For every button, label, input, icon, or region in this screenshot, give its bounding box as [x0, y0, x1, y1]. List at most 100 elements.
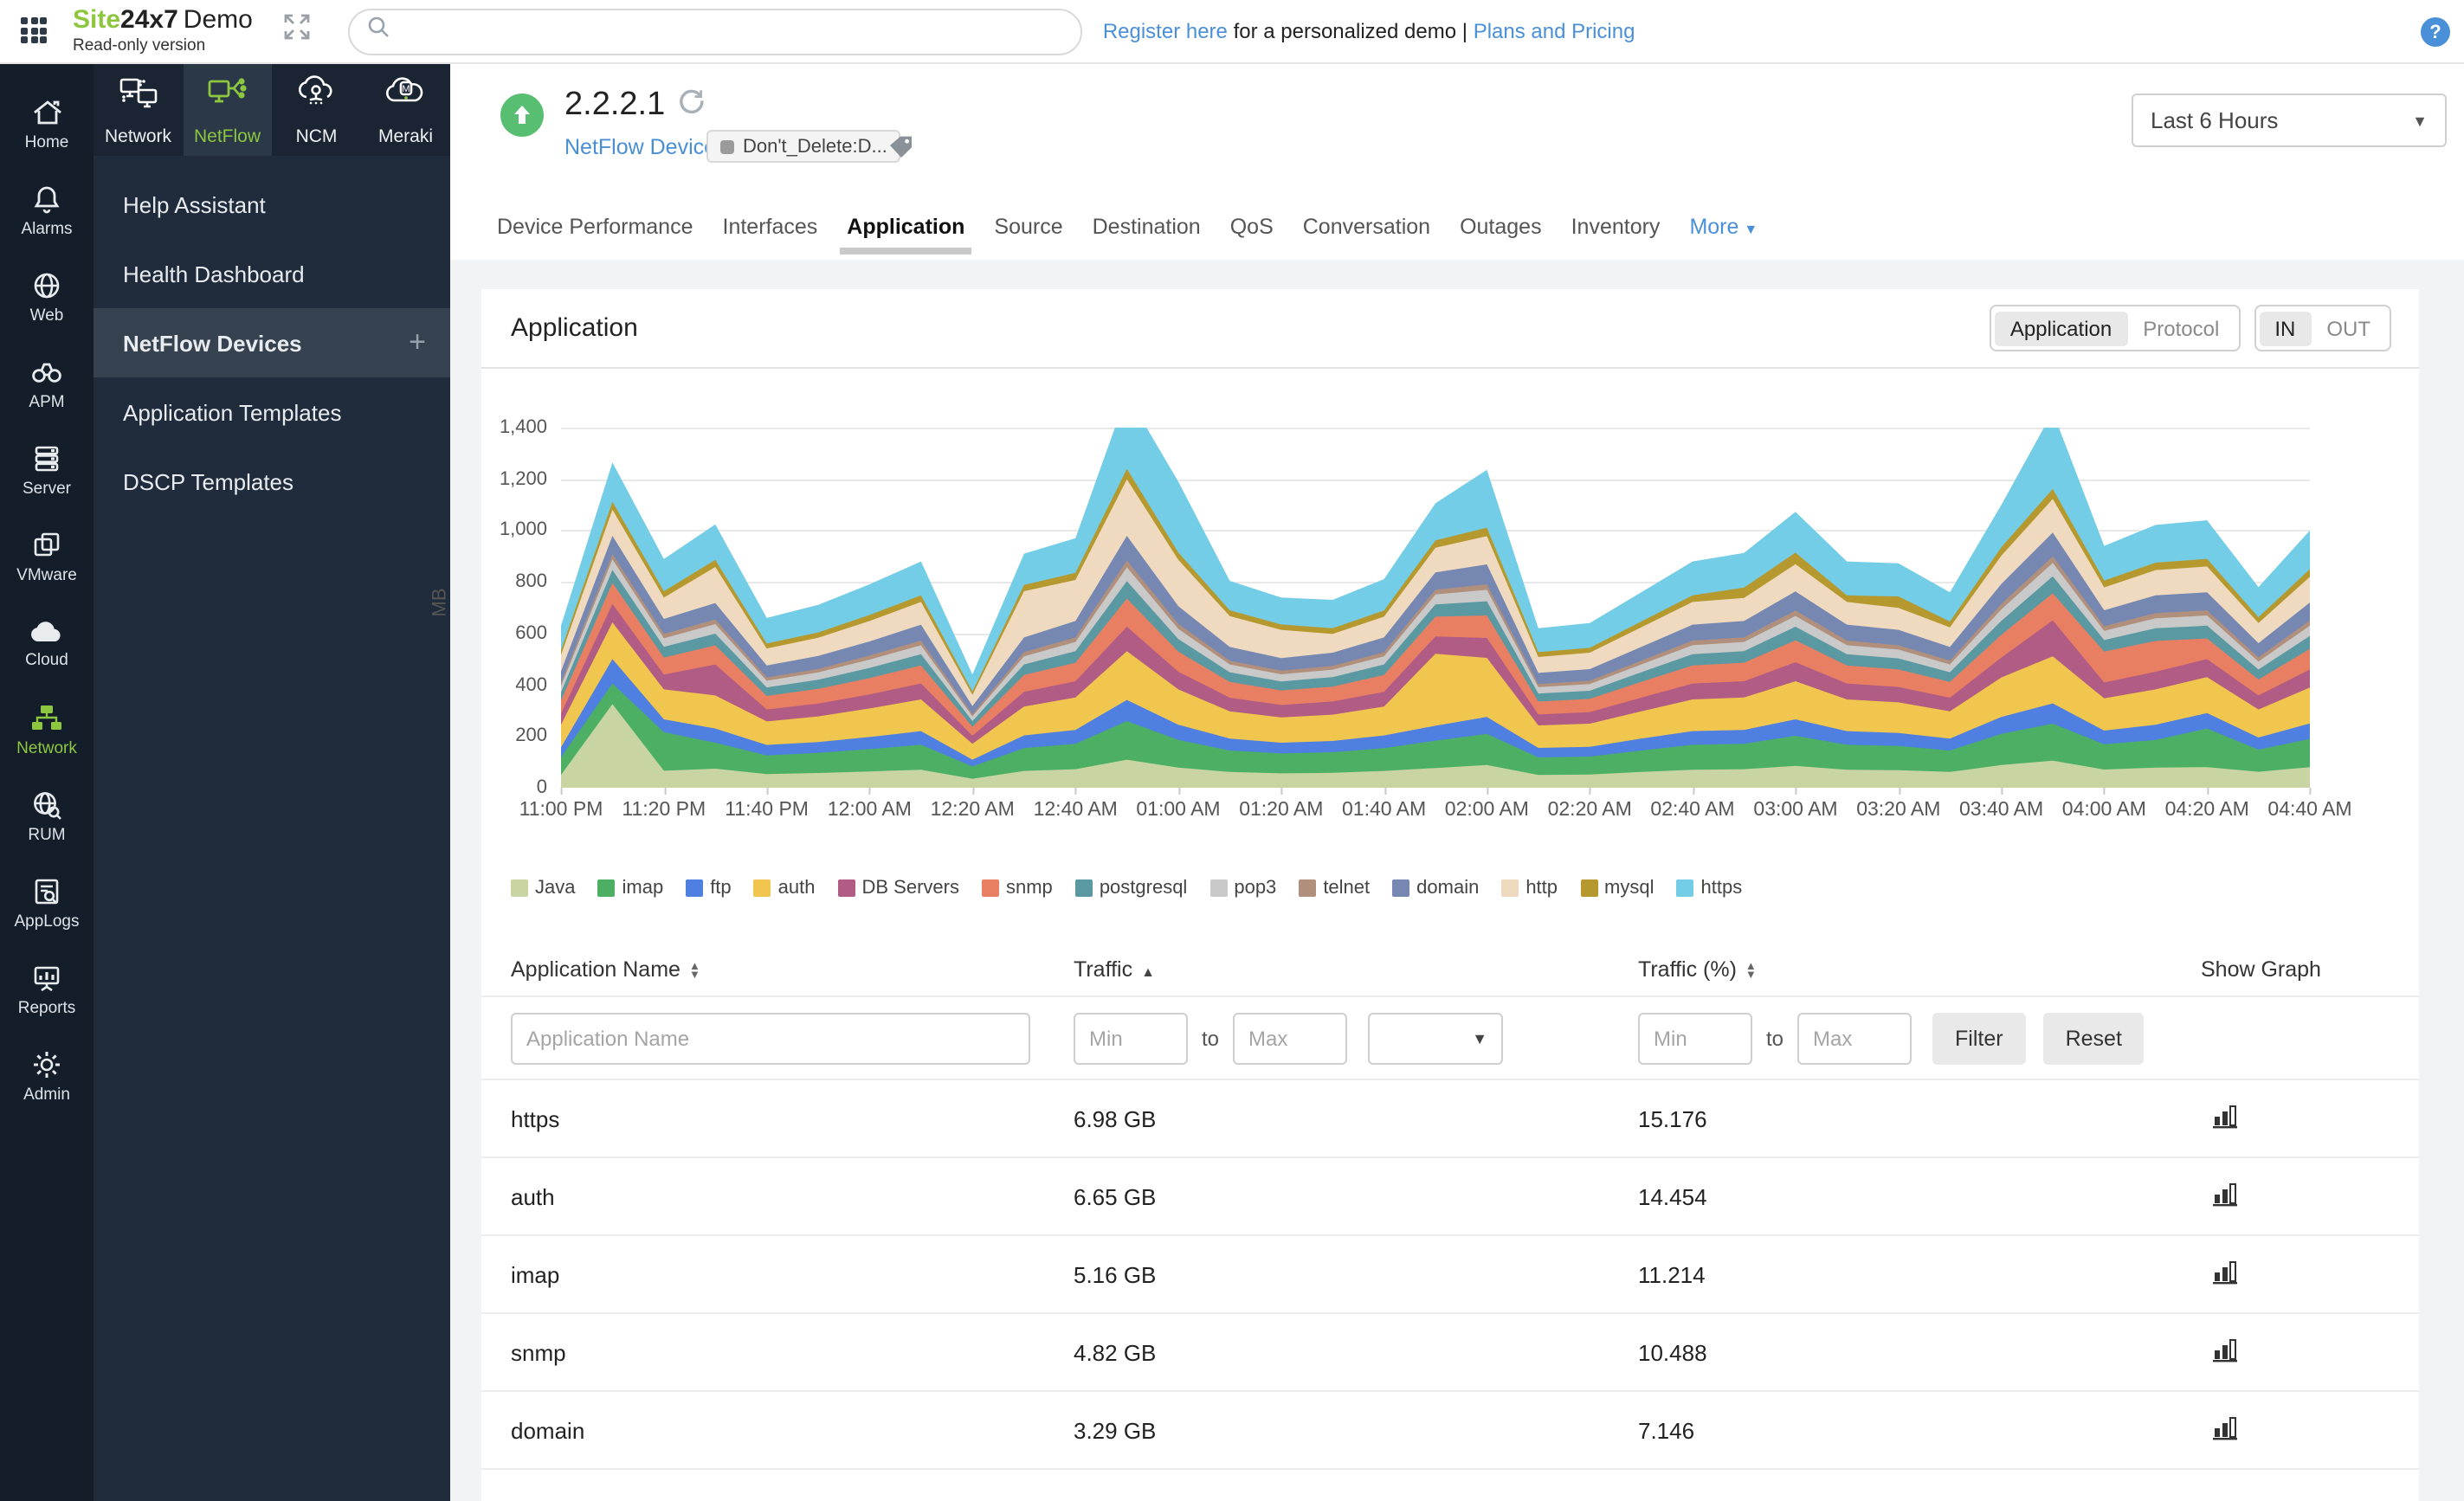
y-tick: 200: [471, 726, 547, 747]
sort-icon[interactable]: ▲▼: [689, 962, 700, 979]
app-grid-icon[interactable]: [21, 17, 48, 45]
top-bar: Site24x7Demo Read-only version Register …: [0, 0, 2464, 64]
sidebar-item-rum[interactable]: RUM: [0, 774, 94, 860]
server-icon: [31, 443, 62, 474]
module-tab-label: NCM: [296, 126, 338, 146]
traffic-pct-cell: 10.488: [1638, 1339, 2201, 1365]
sidebar-item-apm[interactable]: APM: [0, 341, 94, 428]
plans-pricing-link[interactable]: Plans and Pricing: [1474, 19, 1635, 43]
sidebar-item-applogs[interactable]: AppLogs: [0, 860, 94, 947]
col-traffic[interactable]: Traffic▲: [1074, 957, 1638, 982]
legend-item[interactable]: http: [1501, 878, 1558, 899]
traffic-cell: 5.16 GB: [1074, 1261, 1638, 1287]
legend-item[interactable]: https: [1677, 878, 1743, 899]
legend-item[interactable]: auth: [754, 878, 816, 899]
traffic-cell: 6.65 GB: [1074, 1183, 1638, 1209]
menu-item-application-templates[interactable]: Application Templates: [94, 377, 450, 447]
sidebar-item-home[interactable]: Home: [0, 81, 94, 168]
show-graph-icon[interactable]: [2211, 1179, 2419, 1214]
sort-icon[interactable]: ▲▼: [1745, 962, 1757, 979]
traffic-min-input[interactable]: [1074, 1012, 1188, 1064]
tab-qos[interactable]: QoS: [1230, 215, 1274, 239]
traffic-unit-select[interactable]: ▼: [1368, 1012, 1503, 1064]
legend-item[interactable]: mysql: [1580, 878, 1654, 899]
toggle-in[interactable]: IN: [2259, 311, 2311, 345]
time-range-value: Last 6 Hours: [2151, 107, 2278, 133]
sidebar-item-cloud[interactable]: Cloud: [0, 601, 94, 687]
reports-icon: [31, 963, 62, 994]
chevron-down-icon: ▼: [2412, 112, 2428, 129]
pct-max-input[interactable]: [1797, 1012, 1912, 1064]
sort-asc-icon[interactable]: ▲: [1141, 964, 1155, 980]
module-tab-netflow[interactable]: NetFlow: [183, 64, 272, 156]
sidebar-item-web[interactable]: Web: [0, 254, 94, 341]
menu-item-health-dashboard[interactable]: Health Dashboard: [94, 239, 450, 308]
help-icon[interactable]: ?: [2421, 17, 2450, 47]
show-graph-icon[interactable]: [2211, 1413, 2419, 1447]
legend-item[interactable]: pop3: [1209, 878, 1276, 899]
legend-label: DB Servers: [862, 878, 960, 899]
sidebar-item-label: AppLogs: [14, 912, 79, 931]
register-text: for a personalized demo: [1228, 19, 1462, 43]
search-input[interactable]: [402, 17, 1063, 45]
traffic-max-input[interactable]: [1233, 1012, 1347, 1064]
x-tick: 12:20 AM: [931, 800, 1015, 821]
toggle-out[interactable]: OUT: [2311, 311, 2386, 345]
tab-inventory[interactable]: Inventory: [1571, 215, 1661, 239]
menu-item-help-assistant[interactable]: Help Assistant: [94, 170, 450, 239]
show-graph-icon[interactable]: [2211, 1335, 2419, 1369]
legend-item[interactable]: domain: [1392, 878, 1479, 899]
show-graph-icon[interactable]: [2211, 1101, 2419, 1136]
tab-source[interactable]: Source: [994, 215, 1062, 239]
legend-item[interactable]: telnet: [1299, 878, 1370, 899]
toggle-protocol[interactable]: Protocol: [2127, 311, 2235, 345]
tab-interfaces[interactable]: Interfaces: [723, 215, 818, 239]
app-name-cell: snmp: [481, 1339, 1074, 1365]
tab-outages[interactable]: Outages: [1460, 215, 1542, 239]
sidebar-item-reports[interactable]: Reports: [0, 947, 94, 1034]
col-traffic-pct[interactable]: Traffic (%)▲▼: [1638, 957, 2201, 982]
sidebar-item-admin[interactable]: Admin: [0, 1034, 94, 1120]
filter-name-input[interactable]: [511, 1012, 1030, 1064]
direction-toggle-group: IN OUT: [2254, 305, 2391, 351]
module-tab-network[interactable]: Network: [94, 64, 183, 156]
sidebar-item-vmware[interactable]: VMware: [0, 514, 94, 601]
sidebar-item-server[interactable]: Server: [0, 428, 94, 514]
tab-more[interactable]: More▼: [1689, 215, 1758, 239]
legend-item[interactable]: Java: [511, 878, 576, 899]
col-application-name[interactable]: Application Name▲▼: [481, 957, 1074, 982]
menu-item-netflow-devices[interactable]: NetFlow Devices +: [94, 308, 450, 377]
show-graph-icon[interactable]: [2211, 1257, 2419, 1292]
legend-item[interactable]: ftp: [686, 878, 731, 899]
legend-item[interactable]: postgresql: [1075, 878, 1188, 899]
filter-button[interactable]: Filter: [1932, 1012, 2026, 1064]
pct-min-input[interactable]: [1638, 1012, 1752, 1064]
add-device-icon[interactable]: +: [409, 325, 426, 360]
toggle-application[interactable]: Application: [1995, 311, 2127, 345]
legend-item[interactable]: DB Servers: [838, 878, 960, 899]
tab-application[interactable]: Application: [847, 215, 964, 239]
legend-label: http: [1525, 878, 1558, 899]
time-range-select[interactable]: Last 6 Hours ▼: [2132, 93, 2447, 147]
module-tab-ncm[interactable]: NCM: [272, 64, 361, 156]
tab-destination[interactable]: Destination: [1093, 215, 1201, 239]
legend-item[interactable]: snmp: [982, 878, 1053, 899]
x-tick: 02:00 AM: [1445, 800, 1529, 821]
legend-item[interactable]: imap: [598, 878, 664, 899]
reset-button[interactable]: Reset: [2043, 1012, 2145, 1064]
tag-icon[interactable]: [888, 135, 914, 168]
device-header: 2.2.2.1 NetFlow Device Don't_Delete:D...…: [450, 64, 2464, 260]
sidebar-item-alarms[interactable]: Alarms: [0, 168, 94, 254]
module-tab-meraki[interactable]: M Meraki: [361, 64, 450, 156]
x-tick: 01:20 AM: [1239, 800, 1323, 821]
site24x7-logo[interactable]: Site24x7Demo Read-only version: [73, 8, 253, 55]
register-link[interactable]: Register here: [1103, 19, 1228, 43]
device-type-link[interactable]: NetFlow Device: [564, 135, 716, 159]
device-tag-chip[interactable]: Don't_Delete:D...: [706, 130, 901, 163]
refresh-icon[interactable]: [679, 87, 705, 125]
tab-device-performance[interactable]: Device Performance: [497, 215, 693, 239]
sidebar-item-network[interactable]: Network: [0, 687, 94, 774]
tab-conversation[interactable]: Conversation: [1303, 215, 1430, 239]
menu-item-dscp-templates[interactable]: DSCP Templates: [94, 447, 450, 516]
expand-icon[interactable]: [284, 14, 310, 48]
